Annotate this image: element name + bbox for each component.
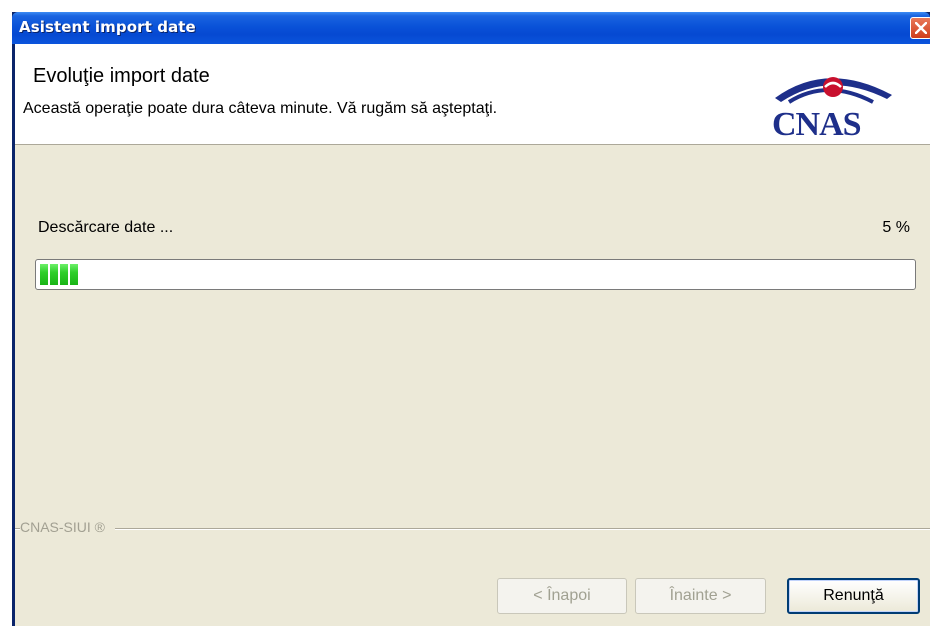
progress-block [60, 264, 68, 285]
back-button[interactable]: < Înapoi [497, 578, 627, 614]
progress-block [40, 264, 48, 285]
close-button[interactable] [910, 17, 930, 39]
window-title: Asistent import date [19, 18, 196, 36]
logo-text: CNAS [772, 106, 862, 143]
brand-label: CNAS-SIUI ® [20, 519, 115, 535]
wizard-window: Asistent import date Evoluţie import dat… [12, 12, 930, 626]
cnas-logo: CNAS [767, 62, 902, 143]
progress-block [70, 264, 78, 285]
page-title: Evoluţie import date [33, 65, 210, 87]
wizard-header: Evoluţie import date Această operaţie po… [15, 44, 930, 145]
footer-divider [15, 528, 930, 530]
progress-percent: 5 % [882, 219, 910, 236]
next-button[interactable]: Înainte > [635, 578, 766, 614]
progress-fill [40, 264, 80, 285]
wizard-body: Evoluţie import date Această operaţie po… [15, 44, 930, 626]
progress-bar [35, 259, 916, 290]
title-bar[interactable]: Asistent import date [12, 12, 930, 44]
logo-emblem-icon [775, 77, 892, 104]
progress-label: Descărcare date ... [38, 219, 174, 236]
close-icon [915, 22, 927, 34]
progress-block [50, 264, 58, 285]
page-subtitle: Această operaţie poate dura câteva minut… [23, 100, 498, 117]
cancel-button[interactable]: Renunţă [787, 578, 920, 614]
